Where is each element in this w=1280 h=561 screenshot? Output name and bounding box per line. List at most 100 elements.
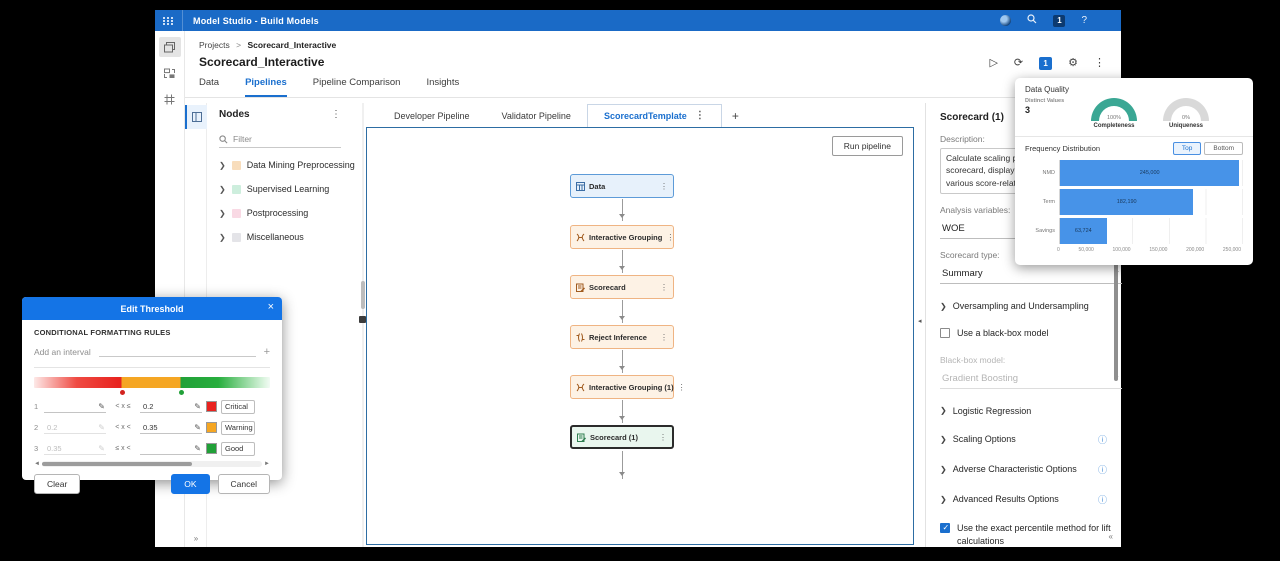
add-pipeline-icon[interactable]: + (732, 109, 739, 127)
bar[interactable]: 245,000 (1060, 160, 1240, 186)
color-swatch-critical[interactable] (206, 401, 217, 412)
refresh-icon[interactable]: ⟳ (1014, 58, 1023, 69)
scrollbar-thumb[interactable] (41, 462, 192, 466)
node-interactive-grouping[interactable]: Interactive Grouping ⋮ (570, 225, 674, 249)
add-interval-plus-icon[interactable]: + (264, 346, 270, 358)
pipeline-tab-validator[interactable]: Validator Pipeline (486, 106, 587, 127)
notifications-badge[interactable]: 1 (1053, 14, 1066, 27)
node-menu-icon[interactable]: ⋮ (666, 233, 674, 242)
cancel-button[interactable]: Cancel (217, 474, 270, 494)
pipeline-tab-developer[interactable]: Developer Pipeline (378, 106, 486, 127)
scrollbar-thumb[interactable] (361, 281, 365, 309)
collapse-left-panel-icon[interactable]: » (185, 534, 207, 543)
section-advanced-results-options[interactable]: ❯ Advanced Results Options ⓘ (940, 493, 1107, 506)
dialog-titlebar[interactable]: Edit Threshold × (22, 297, 282, 320)
run-pipeline-button[interactable]: Run pipeline (831, 136, 903, 156)
section-logistic-regression[interactable]: ❯ Logistic Regression (940, 406, 1107, 416)
node-interactive-grouping-1[interactable]: Interactive Grouping (1) ⋮ (570, 375, 686, 399)
node-menu-icon[interactable]: ⋮ (660, 333, 668, 342)
toggle-top-button[interactable]: Top (1172, 142, 1202, 155)
nodes-panel-toggle-icon[interactable] (185, 105, 207, 129)
color-swatch-good[interactable] (206, 443, 217, 454)
splitter-drag-handle[interactable] (359, 316, 366, 323)
threshold-marker-green[interactable] (179, 390, 185, 395)
percentile-checkbox-row[interactable]: Use the exact percentile method for lift… (940, 522, 1122, 549)
scroll-left-icon[interactable]: ◄ (34, 461, 40, 467)
pipeline-tab-label: ScorecardTemplate (603, 110, 687, 121)
breadcrumb-projects[interactable]: Projects (199, 40, 230, 50)
pencil-icon[interactable]: ✎ (194, 444, 201, 453)
bar[interactable]: 63,724 (1060, 218, 1107, 244)
scroll-right-icon[interactable]: ► (264, 461, 270, 467)
nodes-filter-input[interactable] (233, 134, 333, 144)
checkbox-checked[interactable] (940, 522, 950, 533)
rule-right-input[interactable]: 0.2 ✎ (140, 400, 202, 413)
tree-group-miscellaneous[interactable]: ❯ Miscellaneous (219, 232, 341, 242)
pipeline-tab-scorecardtemplate[interactable]: ScorecardTemplate ⋮ (586, 104, 722, 127)
nodes-filter[interactable] (219, 134, 341, 148)
more-menu-icon[interactable]: ⋮ (1094, 58, 1105, 69)
node-data[interactable]: Data ⋮ (570, 174, 674, 198)
toolbar-badge[interactable]: 1 (1039, 57, 1053, 70)
node-scorecard-1-selected[interactable]: Scorecard (1) ⋮ (570, 425, 674, 449)
tree-group-supervised-learning[interactable]: ❯ Supervised Learning (219, 184, 341, 194)
pencil-icon[interactable]: ✎ (194, 423, 201, 432)
tree-group-postprocessing[interactable]: ❯ Postprocessing (219, 208, 341, 218)
node-menu-icon[interactable]: ⋮ (660, 182, 668, 191)
add-interval-input[interactable] (98, 347, 256, 357)
help-icon[interactable]: ? (1081, 15, 1087, 26)
properties-scrollbar-thumb[interactable] (1114, 251, 1118, 381)
rule-label-input[interactable]: Critical (221, 399, 255, 414)
nodes-panel-menu-icon[interactable]: ⋮ (331, 109, 341, 120)
projects-icon[interactable] (158, 37, 181, 57)
node-menu-icon[interactable]: ⋮ (660, 283, 668, 292)
node-menu-icon[interactable]: ⋮ (659, 433, 667, 442)
clear-button[interactable]: Clear (34, 474, 81, 494)
run-icon[interactable]: ▷ (989, 58, 997, 69)
pencil-icon[interactable]: ✎ (194, 402, 201, 411)
rule-left-input[interactable]: ✎ (44, 400, 106, 413)
tree-group-data-mining-preprocessing[interactable]: ❯ Data Mining Preprocessing (219, 160, 355, 170)
scorecard-type-select[interactable]: Summary ▼ (940, 264, 1122, 284)
collapse-right-panel-icon[interactable]: « (1109, 532, 1113, 541)
sas-logo-icon[interactable] (1000, 15, 1012, 26)
rule-label-input[interactable]: Good (221, 441, 255, 456)
pipeline-tab-menu-icon[interactable]: ⋮ (695, 110, 705, 121)
tab-pipelines[interactable]: Pipelines (245, 77, 287, 97)
checkbox-unchecked[interactable] (940, 328, 950, 338)
rule-right-input[interactable]: ✎ (140, 442, 202, 455)
gradient-bar[interactable] (34, 377, 270, 388)
snippets-icon[interactable] (159, 89, 181, 109)
info-icon[interactable]: ⓘ (1098, 433, 1107, 446)
settings-gear-icon[interactable]: ⚙ (1068, 58, 1078, 69)
section-oversampling[interactable]: ❯ Oversampling and Undersampling (940, 301, 1107, 311)
section-scaling-options[interactable]: ❯ Scaling Options ⓘ (940, 433, 1107, 446)
scrollbar-track[interactable] (362, 103, 364, 547)
pipeline-canvas[interactable]: Run pipeline Data ⋮ Interactive Grouping… (366, 127, 914, 545)
search-icon[interactable] (1027, 14, 1037, 27)
ok-button[interactable]: OK (171, 474, 210, 494)
rule-left-input-disabled: 0.2 ✎ (44, 421, 106, 434)
tab-pipeline-comparison[interactable]: Pipeline Comparison (313, 77, 401, 97)
pencil-icon[interactable]: ✎ (98, 402, 105, 411)
tab-data[interactable]: Data (199, 77, 219, 97)
color-swatch-warning[interactable] (206, 422, 217, 433)
node-menu-icon[interactable]: ⋮ (678, 383, 686, 392)
node-scorecard[interactable]: Scorecard ⋮ (570, 275, 674, 299)
node-reject-inference[interactable]: Reject Inference ⋮ (570, 325, 674, 349)
close-icon[interactable]: × (268, 301, 274, 313)
tab-insights[interactable]: Insights (426, 77, 459, 97)
collapse-divider-handle[interactable]: ◂ (918, 317, 922, 325)
section-adverse-characteristic-options[interactable]: ❯ Adverse Characteristic Options ⓘ (940, 463, 1107, 476)
bar[interactable]: 182,190 (1060, 189, 1194, 215)
info-icon[interactable]: ⓘ (1098, 463, 1107, 476)
blackbox-checkbox-row[interactable]: Use a black-box model (940, 327, 1107, 341)
exchange-icon[interactable] (159, 63, 181, 83)
threshold-marker-red[interactable] (120, 390, 126, 395)
toggle-bottom-button[interactable]: Bottom (1204, 142, 1243, 155)
app-launcher-icon[interactable] (155, 10, 183, 31)
rule-label-input[interactable]: Warning (221, 420, 255, 435)
info-icon[interactable]: ⓘ (1098, 493, 1107, 506)
rule-right-input[interactable]: 0.35 ✎ (140, 421, 202, 434)
scrollbar-track[interactable] (41, 461, 263, 467)
